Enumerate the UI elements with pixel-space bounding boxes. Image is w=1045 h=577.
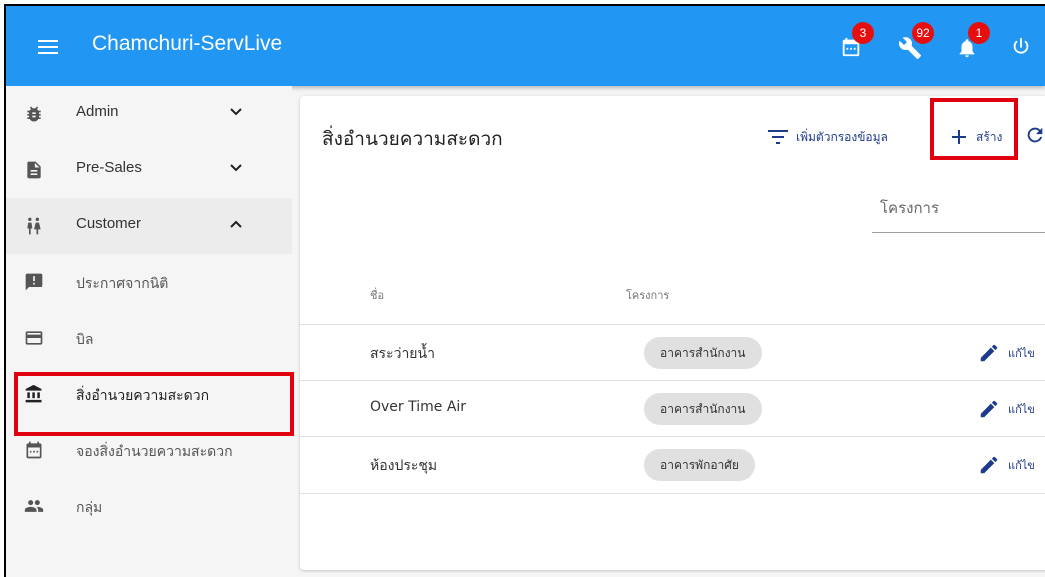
sidebar-item-label: กลุ่ม — [76, 500, 103, 516]
facility-name: สระว่ายน้ำ — [370, 346, 435, 362]
chevron-down-icon — [230, 108, 242, 116]
notifications-badge: 1 — [968, 22, 990, 44]
calendar-notification-button[interactable]: 3 — [840, 22, 874, 62]
refresh-button[interactable] — [1024, 124, 1045, 150]
power-icon — [1013, 37, 1029, 54]
column-header-project[interactable]: โครงการ — [626, 286, 669, 304]
edit-label: แก้ไข — [1008, 459, 1035, 472]
menu-icon[interactable] — [38, 40, 58, 54]
sidebar-item-announcements[interactable]: ประกาศจากนิติ — [6, 254, 292, 310]
maintenance-badge: 92 — [912, 22, 934, 44]
sidebar-item-facility-booking[interactable]: จองสิ่งอำนวยความสะดวก — [6, 422, 292, 478]
project-chip: อาคารสำนักงาน — [644, 393, 762, 425]
page-title: สิ่งอำนวยความสะดวก — [322, 128, 503, 150]
sidebar-item-facilities[interactable]: สิ่งอำนวยความสะดวก — [6, 366, 292, 422]
sidebar-item-label: ประกาศจากนิติ — [76, 276, 169, 292]
facility-name: Over Time Air — [370, 399, 467, 415]
app-title: Chamchuri-ServLive — [92, 32, 283, 55]
project-chip: อาคารพักอาศัย — [644, 449, 755, 481]
app-bar: Chamchuri-ServLive 3 92 1 — [6, 6, 1045, 86]
sidebar-item-label: Pre-Sales — [76, 159, 142, 176]
logout-button[interactable] — [1010, 36, 1036, 62]
edit-button[interactable]: แก้ไข — [972, 395, 1045, 423]
facilities-card: สิ่งอำนวยความสะดวก เพิ่มตัวกรองข้อมูล สร… — [300, 96, 1045, 570]
maintenance-button[interactable]: 92 — [898, 22, 934, 62]
table-row: สระว่ายน้ำ อาคารสำนักงาน แก้ไข — [300, 324, 1045, 381]
sidebar-item-label: สิ่งอำนวยความสะดวก — [76, 388, 210, 404]
chevron-down-icon — [230, 164, 242, 172]
calendar-icon — [26, 441, 42, 459]
sidebar-item-groups[interactable]: กลุ่ม — [6, 478, 292, 534]
sidebar-item-pre-sales[interactable]: Pre-Sales — [6, 142, 292, 198]
pencil-icon — [980, 344, 998, 362]
pencil-icon — [980, 456, 998, 474]
bank-icon — [25, 384, 42, 403]
bug-icon — [27, 106, 41, 122]
announcement-icon — [25, 273, 43, 291]
chevron-up-icon — [230, 220, 242, 228]
table-row: Over Time Air อาคารสำนักงาน แก้ไข — [300, 380, 1045, 437]
edit-button[interactable]: แก้ไข — [972, 339, 1045, 367]
edit-label: แก้ไข — [1008, 347, 1035, 360]
edit-button[interactable]: แก้ไข — [972, 451, 1045, 479]
notifications-button[interactable]: 1 — [956, 22, 990, 62]
pencil-icon — [980, 400, 998, 418]
project-chip: อาคารสำนักงาน — [644, 337, 762, 369]
group-icon — [24, 500, 44, 512]
sidebar-item-label: Admin — [76, 103, 119, 120]
edit-label: แก้ไข — [1008, 403, 1035, 416]
people-icon — [27, 217, 41, 235]
sidebar-item-bills[interactable]: บิล — [6, 310, 292, 366]
add-filter-label: เพิ่มตัวกรองข้อมูล — [796, 130, 888, 144]
document-icon — [27, 161, 41, 179]
credit-card-icon — [25, 331, 43, 345]
table-row: ห้องประชุม อาคารพักอาศัย แก้ไข — [300, 436, 1045, 494]
refresh-icon — [1027, 127, 1043, 143]
create-button[interactable]: สร้าง — [940, 122, 1012, 152]
sidebar: Admin Pre-Sales Customer ประกาศจากนิติ บ… — [6, 86, 292, 577]
sidebar-item-admin[interactable]: Admin — [6, 86, 292, 142]
sidebar-item-label: จองสิ่งอำนวยความสะดวก — [76, 444, 233, 460]
plus-icon — [952, 130, 966, 144]
project-filter-field[interactable] — [872, 192, 1045, 233]
column-header-name[interactable]: ชื่อ — [370, 286, 384, 304]
filter-icon — [768, 130, 788, 144]
app-window: Chamchuri-ServLive 3 92 1 Admin Pre-Sale… — [4, 4, 1045, 577]
sidebar-item-label: Customer — [76, 215, 142, 232]
sidebar-item-label: บิล — [76, 332, 94, 348]
create-label: สร้าง — [976, 130, 1003, 144]
calendar-badge: 3 — [852, 22, 874, 44]
sidebar-item-customer[interactable]: Customer — [6, 198, 292, 254]
facility-name: ห้องประชุม — [370, 458, 438, 474]
project-filter-input[interactable] — [878, 198, 1045, 218]
